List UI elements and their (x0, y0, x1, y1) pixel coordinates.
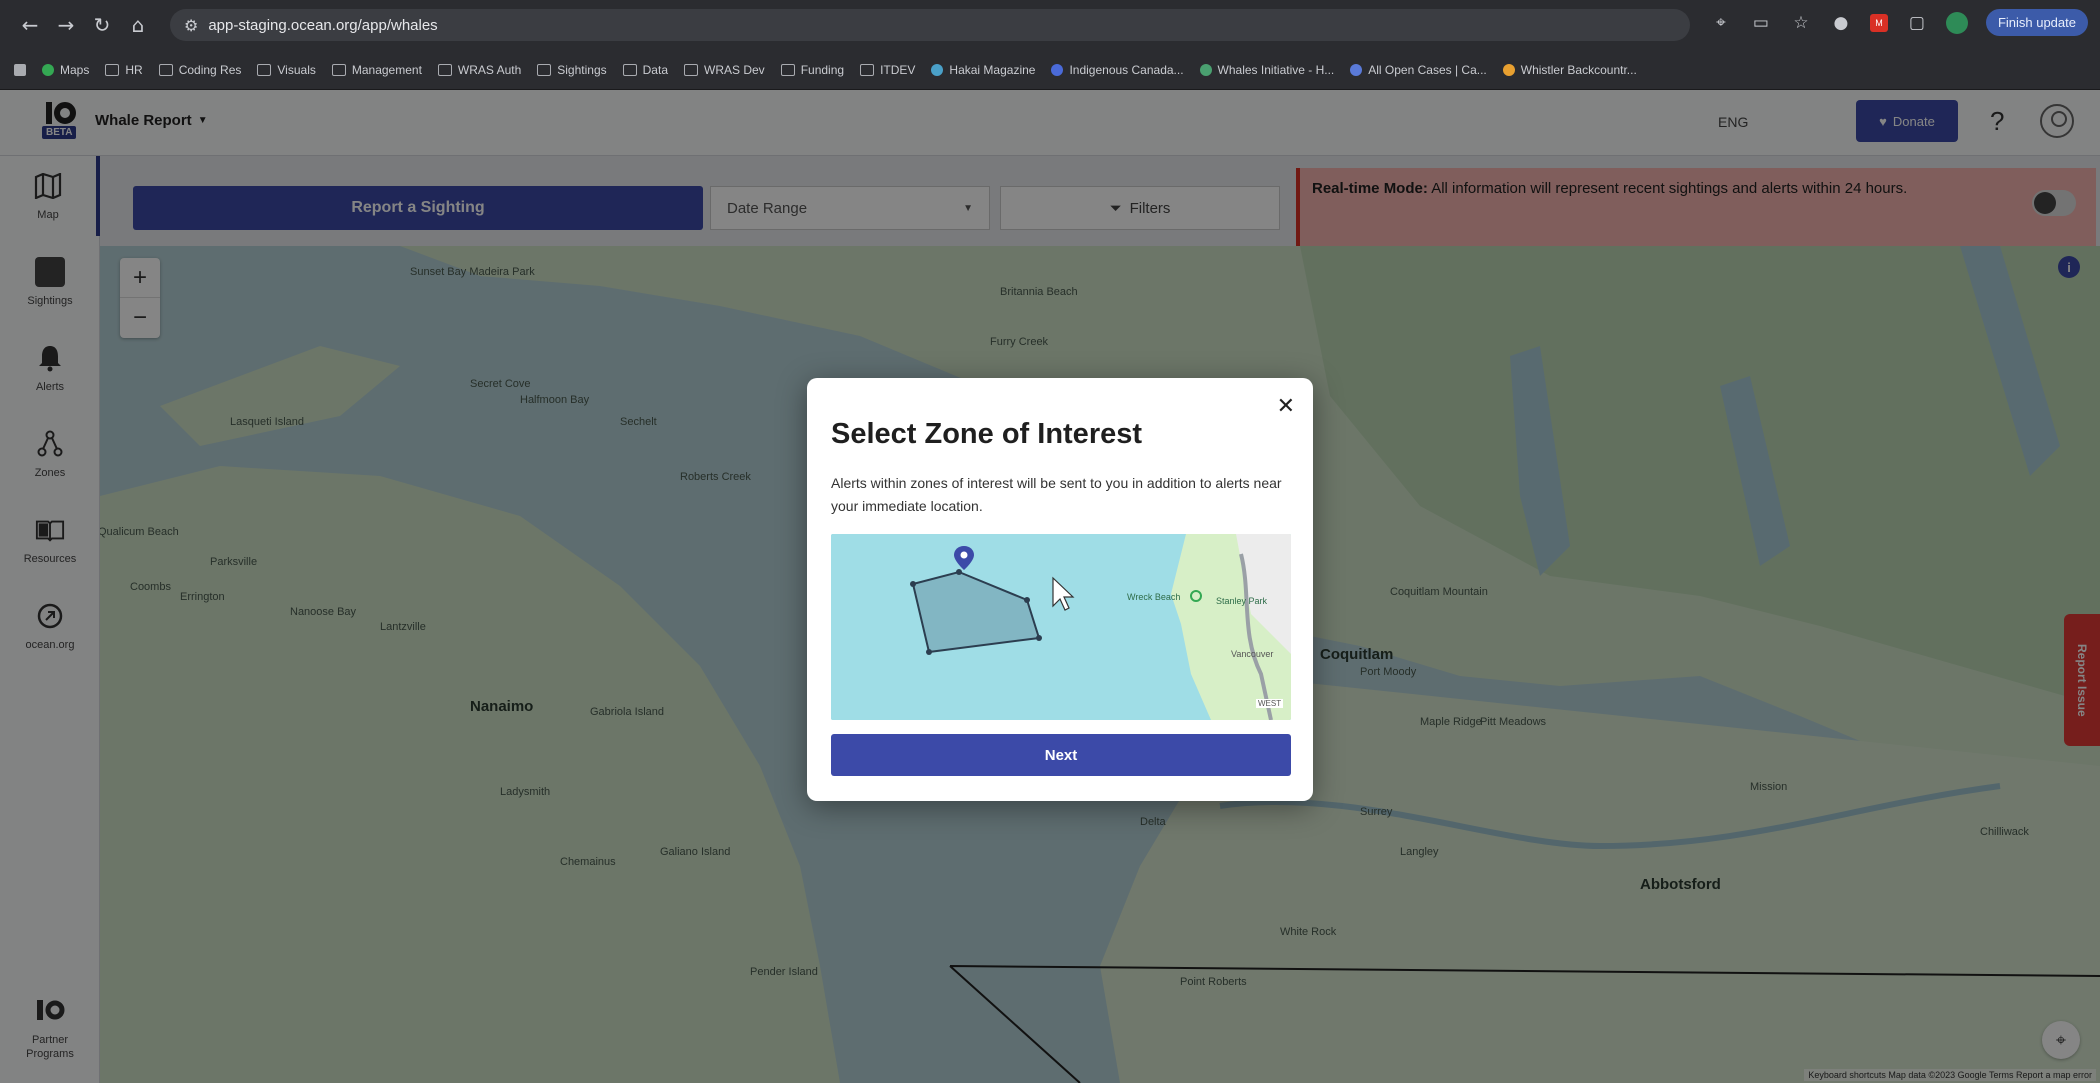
star-icon[interactable]: ☆ (1790, 12, 1812, 34)
folder-icon (437, 63, 452, 76)
reload-icon[interactable]: ↻ (88, 11, 116, 39)
bookmark-wras-auth[interactable]: WRAS Auth (437, 63, 521, 77)
bookmark-indigenous[interactable]: Indigenous Canada... (1051, 63, 1184, 77)
folder-icon (257, 63, 272, 76)
zone-preview-image: Wreck Beach Stanley Park Vancouver WEST (831, 534, 1291, 720)
browser-toolbar: ← → ↻ ⌂ ⚙ app-staging.ocean.org/app/whal… (0, 0, 2100, 50)
folder-icon (860, 63, 875, 76)
maps-icon (42, 63, 54, 76)
url-text: app-staging.ocean.org/app/whales (208, 16, 438, 34)
home-icon[interactable]: ⌂ (124, 11, 152, 39)
bookmarks-bar: Maps HR Coding Res Visuals Management WR… (0, 50, 2100, 90)
bookmark-open-cases[interactable]: All Open Cases | Ca... (1350, 63, 1487, 77)
apps-icon[interactable] (14, 63, 26, 76)
bookmark-hr[interactable]: HR (105, 63, 143, 77)
location-icon[interactable]: ⌖ (1710, 12, 1732, 34)
bookmark-funding[interactable]: Funding (780, 63, 844, 77)
dialog-title: Select Zone of Interest (831, 418, 1143, 450)
bookmark-data[interactable]: Data (622, 63, 668, 77)
bookmark-whales-initiative[interactable]: Whales Initiative - H... (1199, 63, 1334, 77)
cast-icon[interactable]: ▭ (1750, 12, 1772, 34)
folder-icon (684, 63, 698, 76)
preview-label: Stanley Park (1216, 596, 1268, 606)
folder-icon (780, 63, 795, 76)
puzzle-icon[interactable]: ▢ (1906, 12, 1928, 34)
close-icon[interactable]: ✕ (1277, 394, 1295, 419)
preview-label: Wreck Beach (1127, 592, 1181, 602)
bookmark-maps[interactable]: Maps (42, 63, 89, 77)
bookmark-whistler[interactable]: Whistler Backcountr... (1502, 63, 1637, 77)
folder-icon (158, 63, 173, 76)
bookmark-management[interactable]: Management (331, 63, 422, 77)
preview-label: WEST (1256, 699, 1284, 708)
preview-label: Vancouver (1231, 649, 1274, 659)
site-settings-icon[interactable]: ⚙ (184, 16, 198, 35)
bookmark-itdev[interactable]: ITDEV (860, 63, 915, 77)
finish-update-button[interactable]: Finish update (1985, 9, 2088, 36)
address-bar[interactable]: ⚙ app-staging.ocean.org/app/whales (170, 9, 1690, 41)
zone-of-interest-dialog: ✕ Select Zone of Interest Alerts within … (807, 378, 1313, 801)
bookmark-coding-res[interactable]: Coding Res (158, 63, 241, 77)
forward-icon[interactable]: → (52, 11, 80, 39)
folder-icon (622, 63, 637, 76)
bookmark-hakai[interactable]: Hakai Magazine (931, 63, 1035, 77)
bookmark-sightings[interactable]: Sightings (537, 63, 607, 77)
whistler-icon (1502, 63, 1515, 76)
whales-icon (1199, 63, 1212, 76)
folder-icon (537, 63, 552, 76)
dialog-description: Alerts within zones of interest will be … (831, 475, 1282, 514)
bookmark-visuals[interactable]: Visuals (257, 63, 316, 77)
folder-icon (105, 63, 120, 76)
extension-icon[interactable]: ● (1830, 12, 1852, 34)
next-button[interactable]: Next (831, 734, 1291, 776)
bookmark-wras-dev[interactable]: WRAS Dev (684, 63, 765, 77)
coursera-icon (1051, 63, 1064, 76)
cases-icon (1350, 63, 1363, 76)
back-icon[interactable]: ← (16, 11, 44, 39)
hakai-icon (931, 63, 944, 76)
folder-icon (331, 63, 346, 76)
extension-red-icon[interactable]: M (1869, 13, 1888, 32)
profile-avatar[interactable] (1945, 11, 1968, 34)
